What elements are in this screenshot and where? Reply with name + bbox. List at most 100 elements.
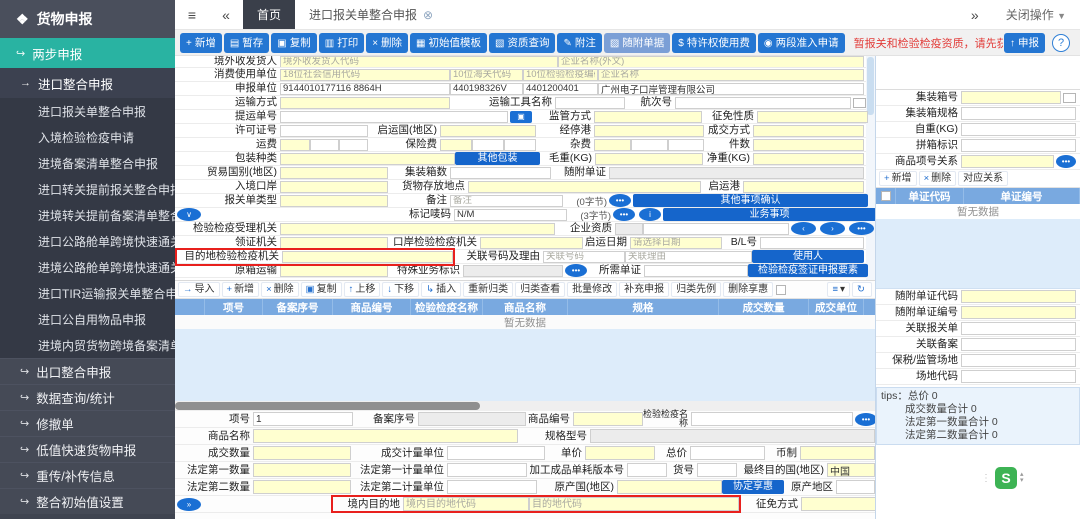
批量修改-button[interactable]: 批量修改: [567, 282, 618, 297]
上移-button[interactable]: ↑ 上移: [343, 282, 381, 297]
horizontal-scrollbar-thumb[interactable]: [175, 402, 480, 410]
destination-code-input[interactable]: [529, 497, 739, 511]
复制-button[interactable]: ▣ 复制: [271, 32, 317, 53]
transport-tool-input[interactable]: [555, 96, 625, 109]
附注-button[interactable]: ✎ 附注: [557, 32, 602, 53]
expand-detail-icon[interactable]: »: [177, 497, 201, 511]
departure-date-input[interactable]: [630, 236, 722, 249]
declare-unit-customs-input[interactable]: [450, 82, 523, 95]
重新归类-button[interactable]: 重新归类: [463, 282, 514, 297]
unit-price-input[interactable]: [585, 446, 655, 460]
归类查看-button[interactable]: 归类查看: [515, 282, 566, 297]
sidebar-item-import-declaration[interactable]: 进口报关单整合申报: [0, 98, 175, 124]
package-type-input[interactable]: [280, 152, 455, 165]
freight-rate-input[interactable]: [310, 138, 339, 151]
vertical-scrollbar[interactable]: [866, 56, 875, 280]
sidebar-item-entry-domestic-trade[interactable]: 进境内贸货物跨境备案清单申报: [0, 332, 175, 358]
final-dest-country-input[interactable]: [827, 463, 875, 477]
levy-mode-input[interactable]: [801, 497, 879, 511]
package-count-input[interactable]: [753, 138, 864, 151]
container-count-input[interactable]: [450, 166, 551, 179]
insurance-currency-input[interactable]: [504, 138, 536, 151]
consumption-version-input[interactable]: [627, 463, 667, 477]
origin-country-input[interactable]: [617, 480, 722, 494]
marks-more-icon[interactable]: •••: [613, 208, 635, 221]
qual-more-icon[interactable]: •••: [849, 222, 874, 235]
deal-unit-input[interactable]: [447, 446, 545, 460]
attach-doc-no-input[interactable]: [961, 306, 1076, 319]
levy-nature-input[interactable]: [757, 110, 868, 123]
collapse-tabs-icon[interactable]: «: [209, 0, 243, 29]
agreement-benefit-button[interactable]: 协定享惠: [722, 480, 784, 494]
hamburger-menu-icon[interactable]: ≡: [175, 0, 209, 29]
transaction-mode-input[interactable]: [753, 124, 864, 137]
other-matters-confirm-button[interactable]: 其他事项确认: [633, 194, 868, 207]
freight-currency-input[interactable]: [339, 138, 368, 151]
复制-button[interactable]: ▣ 复制: [300, 282, 342, 297]
departure-port-input[interactable]: [743, 180, 864, 193]
consumer-unit-customs-input[interactable]: [450, 68, 523, 81]
misc-rate-input[interactable]: [631, 138, 668, 151]
bonded-site-input[interactable]: [961, 354, 1076, 367]
sidebar-item-import-integrated[interactable]: → 进口整合申报: [0, 68, 175, 98]
stopover-port-input[interactable]: [594, 124, 704, 137]
对应关系-button[interactable]: 对应关系: [958, 171, 1009, 186]
special-business-input[interactable]: [463, 264, 563, 277]
两段准入申请-button[interactable]: ◉ 两段准入申请: [757, 32, 845, 53]
enterprise-qual-code-input[interactable]: [615, 222, 643, 235]
overseas-consignor-input[interactable]: [280, 56, 558, 67]
related-declaration-input[interactable]: [961, 322, 1076, 335]
sidebar-item-export-integrated[interactable]: ↪ 出口整合申报: [0, 358, 175, 384]
origin-region-input[interactable]: [836, 480, 875, 494]
overseas-consignor-name-input[interactable]: [558, 56, 864, 67]
打印-button[interactable]: ▥ 打印: [318, 32, 365, 53]
freight-mark-input[interactable]: [280, 138, 310, 151]
qual-prev-icon[interactable]: ‹: [791, 222, 816, 235]
wps-icon[interactable]: S: [995, 467, 1017, 489]
accompanying-docs-input[interactable]: [609, 166, 864, 179]
删除享惠-button[interactable]: 删除享惠: [723, 282, 774, 297]
ciq-name-input[interactable]: [691, 412, 853, 426]
container-checkbox[interactable]: [1063, 92, 1076, 103]
business-matters-button[interactable]: 业务事项: [663, 208, 875, 221]
暂存-button[interactable]: ▤ 暂存: [223, 32, 270, 53]
currency-input[interactable]: [800, 446, 875, 460]
consumer-unit-ciq-input[interactable]: [523, 68, 598, 81]
goods-item-relation-more-icon[interactable]: •••: [1056, 155, 1076, 168]
site-code-input[interactable]: [961, 370, 1076, 383]
refresh-button[interactable]: ↻: [852, 282, 872, 297]
declare-button[interactable]: ↑ 申报: [1004, 32, 1045, 53]
related-record-input[interactable]: [961, 338, 1076, 351]
container-no-input[interactable]: [961, 91, 1061, 104]
voyage-checkbox[interactable]: [853, 97, 866, 108]
container-weight-input[interactable]: [961, 123, 1076, 136]
资质查询-button[interactable]: ▧ 资质查询: [489, 32, 556, 53]
sidebar-item-low-value[interactable]: ↪ 低值快速货物申报: [0, 436, 175, 462]
sidebar-item-entry-record-list[interactable]: 进境备案清单整合申报: [0, 150, 175, 176]
sidebar-item-data-query[interactable]: ↪ 数据查询/统计: [0, 384, 175, 410]
bl-no-input[interactable]: [760, 236, 864, 249]
sidebar-item-entry-road-manifest[interactable]: 进境公路舱单跨境快速通关申报: [0, 254, 175, 280]
transport-mode-input[interactable]: [280, 96, 450, 109]
sidebar-item-import-tir[interactable]: 进口TIR运输报关单整合申报: [0, 280, 175, 306]
misc-mark-input[interactable]: [594, 138, 631, 151]
collapse-section-icon[interactable]: ∨: [177, 208, 201, 221]
删除-button[interactable]: × 删除: [261, 282, 299, 297]
sidebar-item-entry-inspection[interactable]: 入境检验检疫申请: [0, 124, 175, 150]
article-no-input[interactable]: [697, 463, 737, 477]
goods-code-input[interactable]: [573, 412, 643, 426]
license-no-input[interactable]: [280, 124, 368, 137]
total-price-input[interactable]: [690, 446, 765, 460]
legal-second-unit-input[interactable]: [447, 480, 537, 494]
删除-button[interactable]: × 删除: [918, 171, 957, 186]
insurance-rate-input[interactable]: [472, 138, 504, 151]
lcl-flag-input[interactable]: [961, 139, 1076, 152]
user-button[interactable]: 使用人: [752, 250, 864, 263]
sidebar-item-amend-cancel[interactable]: ↪ 修撤单: [0, 410, 175, 436]
归类先例-button[interactable]: 归类先例: [671, 282, 722, 297]
port-ciq-org-input[interactable]: [480, 236, 583, 249]
consumer-unit-name-input[interactable]: [598, 68, 864, 81]
remark-input[interactable]: [450, 194, 563, 207]
expand-tabs-icon[interactable]: »: [958, 7, 992, 23]
qual-next-icon[interactable]: ›: [820, 222, 845, 235]
